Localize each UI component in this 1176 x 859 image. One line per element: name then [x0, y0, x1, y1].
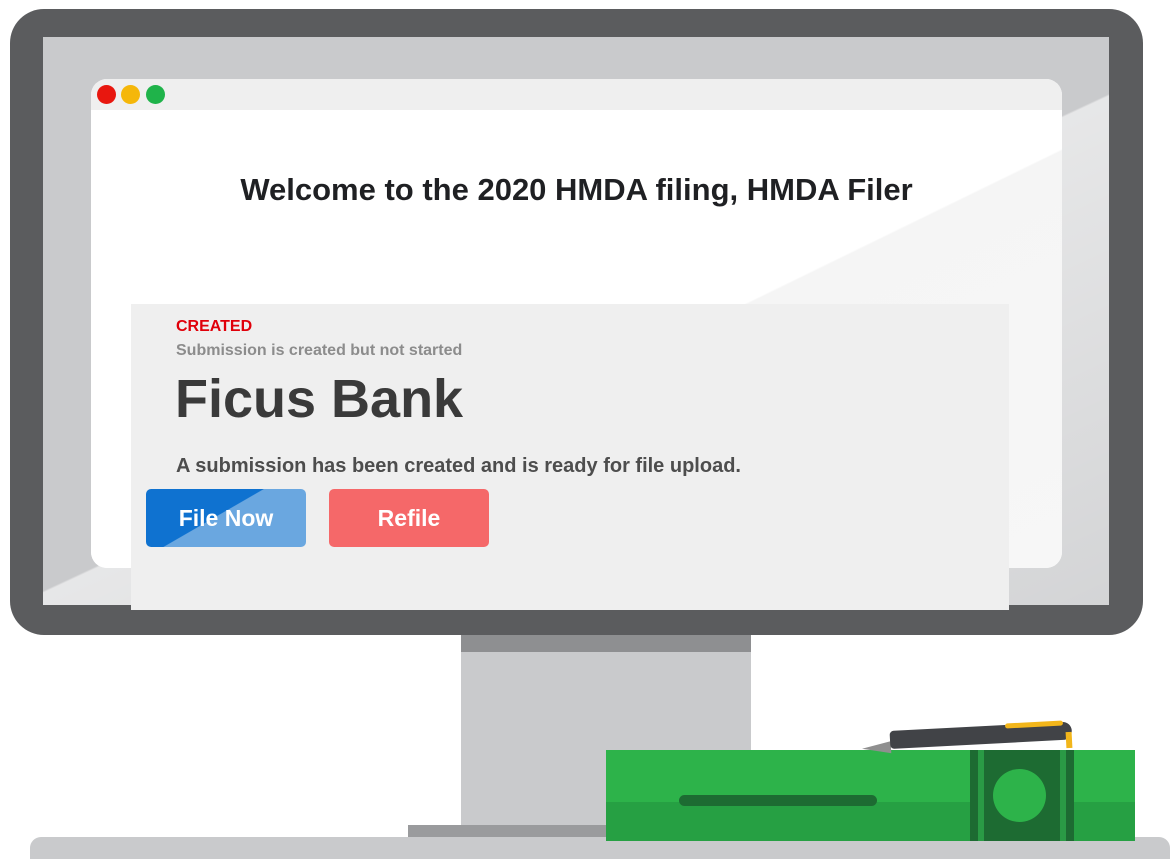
close-dot-icon[interactable] — [97, 85, 116, 104]
cash-band-stripe — [1060, 750, 1066, 841]
minimize-dot-icon[interactable] — [121, 85, 140, 104]
status-description: Submission is created but not started — [176, 342, 463, 359]
institution-name: Ficus Bank — [175, 369, 464, 429]
file-now-button[interactable]: File Now — [146, 489, 306, 547]
browser-titlebar — [91, 79, 1062, 110]
submission-message: A submission has been created and is rea… — [176, 455, 741, 477]
cash-band-stripe — [978, 750, 984, 841]
pen-ring — [1065, 731, 1073, 749]
cash-bundle-icon — [606, 750, 1135, 841]
monitor-stand-shadow — [461, 635, 751, 652]
maximize-dot-icon[interactable] — [146, 85, 165, 104]
cash-seal-icon — [993, 769, 1046, 822]
refile-button[interactable]: Refile — [329, 489, 489, 547]
pen-tip-icon — [861, 741, 892, 755]
status-badge: CREATED — [176, 318, 253, 335]
submission-card: CREATED Submission is created but not st… — [131, 304, 1009, 610]
page-title: Welcome to the 2020 HMDA filing, HMDA Fi… — [240, 172, 913, 207]
cash-slot — [679, 795, 877, 806]
